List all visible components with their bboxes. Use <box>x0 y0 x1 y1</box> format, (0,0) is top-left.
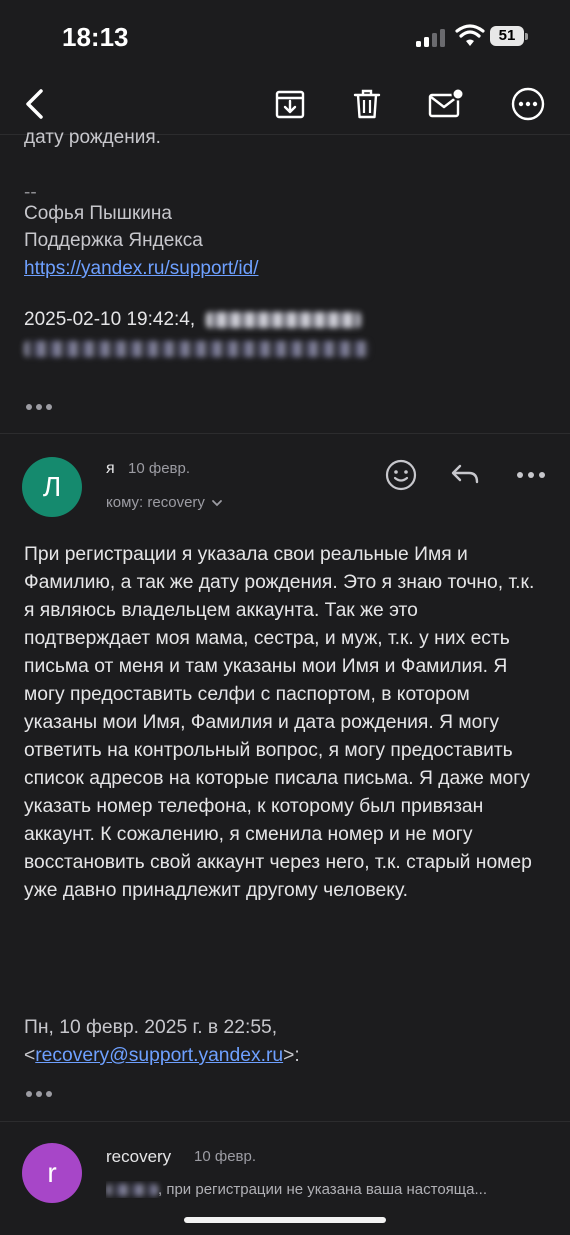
wifi-icon <box>455 24 485 46</box>
chevron-left-icon <box>26 89 43 119</box>
redacted-name <box>106 1184 158 1197</box>
next-sender-avatar[interactable]: r <box>22 1143 82 1203</box>
reply-icon <box>451 464 479 484</box>
signature-name: Софья Пышкина <box>24 203 172 224</box>
next-message-preview[interactable]: , при регистрации не указана ваша настоя… <box>106 1181 546 1198</box>
next-message-date: 10 февр. <box>194 1148 257 1165</box>
trash-icon <box>353 89 381 119</box>
message-date: 10 февр. <box>128 460 191 477</box>
sender-name: я <box>106 460 115 477</box>
status-time: 18:13 <box>62 22 129 52</box>
battery-tip <box>525 33 528 40</box>
message-more-button[interactable] <box>517 472 545 478</box>
more-button[interactable] <box>508 84 548 124</box>
chevron-down-icon <box>212 499 222 506</box>
mail-unread-icon <box>428 88 464 118</box>
signature-team: Поддержка Яндекса <box>24 230 203 251</box>
quote-header-line: 2025-02-10 19:42:4, <box>24 306 362 334</box>
signature-link[interactable]: https://yandex.ru/support/id/ <box>24 255 258 283</box>
quote-email-link[interactable]: recovery@support.yandex.ru <box>35 1045 283 1066</box>
previous-message-cut-line: дату рождения. <box>24 127 161 148</box>
quote-date: Пн, 10 февр. 2025 г. в 22:55, <box>24 1017 278 1038</box>
quote-bracket-close: >: <box>283 1045 300 1066</box>
smiley-icon <box>385 459 417 491</box>
message-body: При регистрации я указала свои реальные … <box>24 544 535 901</box>
quote-attribution: Пн, 10 февр. 2025 г. в 22:55, <recovery@… <box>24 1014 300 1070</box>
cellular-signal-icon <box>416 29 445 47</box>
more-circle-icon <box>511 87 545 121</box>
redacted-line <box>24 335 369 363</box>
message-divider <box>0 433 570 434</box>
archive-button[interactable] <box>270 84 310 124</box>
battery-level: 51 <box>490 26 524 46</box>
next-message-preview-text: , при регистрации не указана ваша настоя… <box>158 1181 487 1198</box>
show-quoted-dots-2[interactable] <box>26 1091 52 1097</box>
status-bar: 18:13 51 <box>0 0 570 74</box>
recipient-label: кому: recovery <box>106 494 205 511</box>
battery-indicator: 51 <box>490 26 530 48</box>
sender-avatar[interactable]: Л <box>22 457 82 517</box>
redacted-email <box>206 311 362 328</box>
next-sender-name[interactable]: recovery <box>106 1147 171 1167</box>
show-quoted-dots[interactable] <box>26 404 52 410</box>
message-divider-2 <box>0 1121 570 1122</box>
quote-header-date: 2025-02-10 19:42:4, <box>24 309 196 330</box>
redacted-text <box>24 340 369 357</box>
back-button[interactable] <box>14 84 54 124</box>
delete-button[interactable] <box>347 84 387 124</box>
home-indicator[interactable] <box>184 1217 386 1223</box>
quote-bracket-open: < <box>24 1045 36 1066</box>
reply-button[interactable] <box>449 461 481 489</box>
mark-unread-button[interactable] <box>426 84 466 124</box>
archive-download-icon <box>275 90 305 119</box>
quote-sender-line: <recovery@support.yandex.ru>: <box>24 1042 300 1070</box>
recipient-line[interactable]: кому: recovery <box>106 494 223 511</box>
reaction-button[interactable] <box>384 458 418 492</box>
